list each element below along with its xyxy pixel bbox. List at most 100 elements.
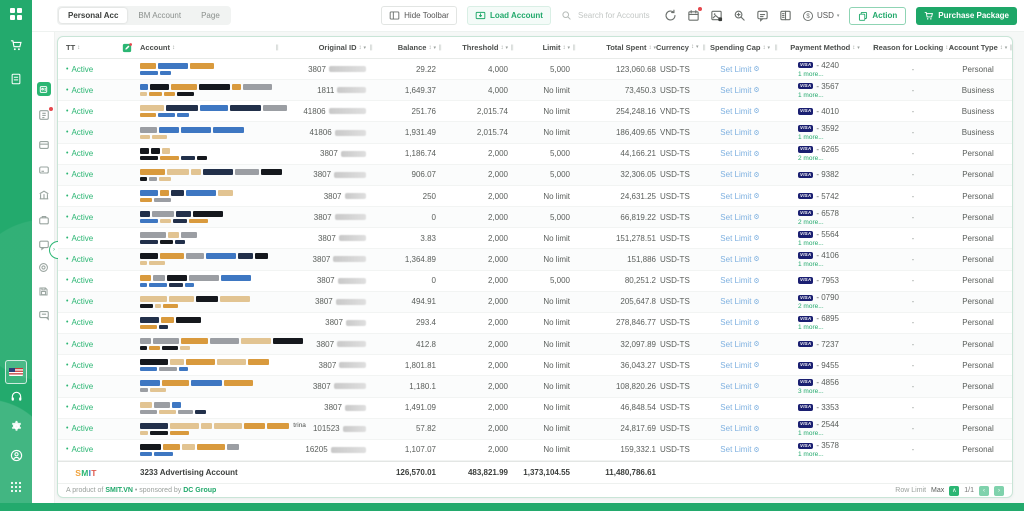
- set-limit-link[interactable]: Set Limit⚙: [708, 382, 772, 391]
- sidebar-item-cards[interactable]: [32, 164, 55, 176]
- column-header-total-spent[interactable]: Total Spent↕▾: [578, 43, 656, 52]
- set-limit-link[interactable]: Set Limit⚙: [708, 255, 772, 264]
- receipt-icon[interactable]: [0, 73, 32, 85]
- cart-icon[interactable]: [0, 39, 32, 52]
- column-header-account[interactable]: Account↕: [140, 43, 272, 52]
- load-account-button[interactable]: Load Account: [467, 6, 551, 25]
- more-cards-link[interactable]: 1 more...: [798, 261, 824, 268]
- sort-icon[interactable]: ↕: [428, 45, 431, 51]
- table-row[interactable]: •Active18111,649.374,000No limit73,450.3…: [58, 80, 1012, 101]
- more-cards-link[interactable]: 1 more...: [798, 134, 824, 141]
- set-limit-link[interactable]: Set Limit⚙: [708, 318, 772, 327]
- more-cards-link[interactable]: 2 more...: [798, 219, 824, 226]
- set-limit-link[interactable]: Set Limit⚙: [708, 192, 772, 201]
- filter-icon[interactable]: ▾: [1005, 45, 1008, 51]
- sidebar-item-personal-account[interactable]: [32, 82, 55, 96]
- more-cards-link[interactable]: 3 more...: [798, 388, 824, 395]
- filter-icon[interactable]: ▾: [767, 45, 770, 51]
- columns-layout-icon[interactable]: [779, 9, 792, 22]
- apps-grid-icon[interactable]: [0, 481, 32, 493]
- table-row[interactable]: •Active38071,186.742,0005,00044,166.21US…: [58, 144, 1012, 165]
- tab-personal-acc[interactable]: Personal Acc: [59, 8, 127, 23]
- set-limit-link[interactable]: Set Limit⚙: [708, 234, 772, 243]
- sort-icon[interactable]: ↕: [762, 45, 765, 51]
- sidebar-item-briefcase[interactable]: [32, 214, 55, 226]
- zoom-in-icon[interactable]: [733, 9, 746, 22]
- column-header-tt[interactable]: TT↕: [58, 43, 114, 52]
- next-page-button[interactable]: ›: [994, 486, 1004, 496]
- prev-page-button[interactable]: ‹: [979, 486, 989, 496]
- filter-icon[interactable]: ▾: [857, 45, 860, 51]
- table-row[interactable]: •Active3807494.912,000No limit205,647.8U…: [58, 292, 1012, 313]
- set-limit-link[interactable]: Set Limit⚙: [708, 107, 772, 116]
- more-cards-link[interactable]: 1 more...: [798, 324, 824, 331]
- sidebar-item-bm-account[interactable]: [32, 109, 55, 121]
- set-limit-link[interactable]: Set Limit⚙: [708, 213, 772, 222]
- set-limit-link[interactable]: Set Limit⚙: [708, 86, 772, 95]
- dashboard-grid-icon[interactable]: [0, 7, 32, 21]
- column-header-payment-method[interactable]: Payment Method↕▾: [780, 43, 870, 52]
- set-limit-link[interactable]: Set Limit⚙: [708, 445, 772, 454]
- sidebar-item-feedback[interactable]: [32, 309, 55, 321]
- tab-bm-account[interactable]: BM Account: [129, 8, 190, 23]
- table-row[interactable]: •Active38072502,000No limit24,631.25USD-…: [58, 186, 1012, 207]
- settings-gear-icon[interactable]: [0, 420, 32, 433]
- table-row[interactable]: •Active380729.224,0005,000123,060.68USD-…: [58, 59, 1012, 80]
- tab-page[interactable]: Page: [192, 8, 229, 23]
- language-flag-icon[interactable]: [0, 360, 32, 384]
- table-row[interactable]: •Active3807293.42,000No limit278,846.77U…: [58, 313, 1012, 334]
- column-header-balance[interactable]: Balance↕▾: [376, 43, 436, 52]
- calendar-icon[interactable]: [687, 9, 700, 22]
- table-row[interactable]: •Active418061,931.492,015.74No limit186,…: [58, 122, 1012, 143]
- sort-icon[interactable]: ↕: [852, 45, 855, 51]
- table-row[interactable]: •Active3807412.82,000No limit32,097.89US…: [58, 334, 1012, 355]
- sort-icon[interactable]: ↕: [500, 45, 503, 51]
- table-row[interactable]: •Active380702,0005,00066,819.22USD-TSSet…: [58, 207, 1012, 228]
- set-limit-link[interactable]: Set Limit⚙: [708, 297, 772, 306]
- set-limit-link[interactable]: Set Limit⚙: [708, 149, 772, 158]
- table-row[interactable]: •Active38071,180.12,000No limit108,820.2…: [58, 376, 1012, 397]
- table-row[interactable]: •Active38073.832,000No limit151,278.51US…: [58, 228, 1012, 249]
- table-row[interactable]: •Active3807906.072,0005,00032,306.05USD-…: [58, 165, 1012, 186]
- set-limit-link[interactable]: Set Limit⚙: [708, 340, 772, 349]
- more-cards-link[interactable]: 1 more...: [798, 240, 824, 247]
- sort-icon[interactable]: ↕: [172, 45, 175, 51]
- comment-icon[interactable]: [756, 9, 769, 22]
- sort-icon[interactable]: ↕: [562, 45, 565, 51]
- column-header-account-type[interactable]: Account Type↕▾: [948, 43, 1008, 52]
- search-input[interactable]: [576, 10, 654, 21]
- column-header-reason-for-locking[interactable]: Reason for Locking↕▾: [878, 43, 948, 52]
- export-image-icon[interactable]: [710, 9, 723, 22]
- sort-icon[interactable]: ↕: [691, 44, 694, 50]
- sort-icon[interactable]: ↕: [1000, 45, 1003, 51]
- set-limit-link[interactable]: Set Limit⚙: [708, 128, 772, 137]
- more-cards-link[interactable]: 2 more...: [798, 155, 824, 162]
- more-cards-link[interactable]: 1 more...: [798, 451, 824, 458]
- table-row[interactable]: •Activetrina10152357.822,000No limit24,8…: [58, 419, 1012, 440]
- table-row[interactable]: •Active41806251.762,015.74No limit254,24…: [58, 101, 1012, 122]
- more-cards-link[interactable]: 1 more...: [798, 430, 824, 437]
- sort-icon[interactable]: ↕: [358, 45, 361, 51]
- sidebar-item-settings[interactable]: [32, 262, 55, 273]
- currency-selector[interactable]: $ USD ▾: [802, 10, 839, 22]
- more-cards-link[interactable]: 1 more...: [798, 71, 824, 78]
- row-limit-dropdown-button[interactable]: ∧: [949, 486, 959, 496]
- set-limit-link[interactable]: Set Limit⚙: [708, 403, 772, 412]
- set-limit-link[interactable]: Set Limit⚙: [708, 361, 772, 370]
- more-cards-link[interactable]: 1 more...: [798, 92, 824, 99]
- column-header-threshold[interactable]: Threshold↕▾: [444, 43, 508, 52]
- sort-icon[interactable]: ↕: [648, 45, 651, 51]
- set-limit-link[interactable]: Set Limit⚙: [708, 65, 772, 74]
- sidebar-item-save[interactable]: [32, 286, 55, 297]
- table-row[interactable]: •Active38071,491.092,000No limit46,848.5…: [58, 398, 1012, 419]
- hide-toolbar-button[interactable]: Hide Toolbar: [381, 6, 457, 25]
- select-edit-icon[interactable]: [114, 43, 140, 53]
- sort-icon[interactable]: ↕: [77, 45, 80, 51]
- support-headphones-icon[interactable]: [0, 390, 32, 403]
- table-row[interactable]: •Active162051,107.072,000No limit159,332…: [58, 440, 1012, 461]
- smit-link[interactable]: SMIT.VN: [105, 487, 133, 494]
- more-cards-link[interactable]: 2 more...: [798, 303, 824, 310]
- purchase-package-button[interactable]: Purchase Package: [916, 7, 1017, 25]
- refresh-icon[interactable]: [664, 9, 677, 22]
- column-header-limit[interactable]: Limit↕▾: [516, 43, 570, 52]
